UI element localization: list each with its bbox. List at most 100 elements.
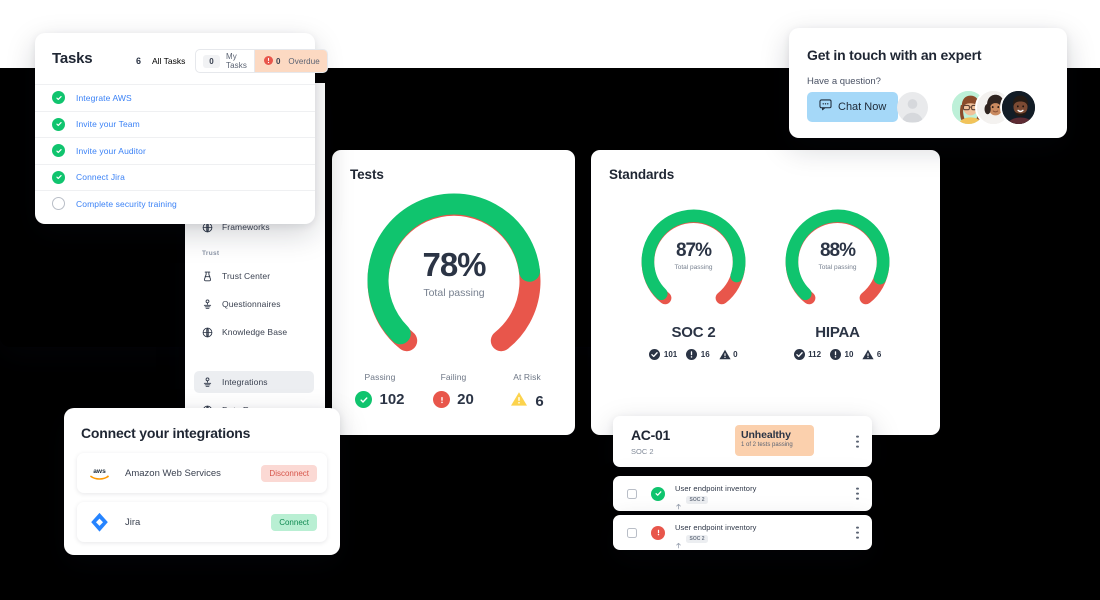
test-row-meta: SOC 2 <box>675 496 709 509</box>
task-list-item[interactable]: Invite your Auditor <box>35 137 315 164</box>
task-list-item-label: Connect Jira <box>76 172 125 183</box>
beaker-icon <box>202 271 213 282</box>
control-code: AC-01 <box>631 427 670 443</box>
sidebar-item-trust-center[interactable]: Trust Center <box>194 265 314 287</box>
task-status-done-icon <box>52 144 65 158</box>
hipaa-name: HIPAA <box>815 324 860 341</box>
sidebar-item-knowledge-base[interactable]: Knowledge Base <box>194 321 314 343</box>
test-row[interactable]: User endpoint inventory SOC 2 <box>613 515 872 550</box>
my-tasks-badge: 0 <box>203 54 220 68</box>
test-row-checkbox[interactable] <box>627 527 637 538</box>
test-row-checkbox[interactable] <box>627 488 637 499</box>
control-standard: SOC 2 <box>631 447 654 456</box>
task-list-item[interactable]: Integrate AWS <box>35 84 315 111</box>
soc2-stat-passing: 101 <box>649 349 677 360</box>
soc2-stat-at-risk-value: 0 <box>733 350 738 359</box>
my-tasks-label: My Tasks <box>226 52 247 70</box>
task-list-item[interactable]: Complete security training <box>35 190 315 217</box>
standards-card: Standards 87% Total passing SOC 2 101 16… <box>591 150 940 435</box>
check-circle-icon <box>649 349 661 360</box>
tasks-card: Tasks 6 All Tasks 0 My Tasks 0 Overdue I… <box>35 33 328 224</box>
task-status-done-icon <box>52 170 65 184</box>
svg-text:aws: aws <box>93 467 106 474</box>
expert-card-title: Get in touch with an expert <box>807 47 982 63</box>
standards-card-title: Standards <box>609 167 675 182</box>
tests-gauge-sublabel: Total passing <box>423 287 485 299</box>
task-list-item-label: Complete security training <box>76 198 177 209</box>
integration-row-jira[interactable]: Jira Connect <box>77 502 327 542</box>
chat-bubble-icon <box>819 98 832 116</box>
tasks-filter-overdue[interactable]: 0 Overdue <box>253 50 327 72</box>
overdue-alert-icon <box>263 55 273 67</box>
control-more-options-icon[interactable] <box>856 435 859 448</box>
upload-arrow-icon <box>675 536 682 548</box>
warning-triangle-icon <box>862 349 875 360</box>
soc2-gauge-percent: 87% <box>675 240 712 261</box>
integration-disconnect-button[interactable]: Disconnect <box>261 464 317 482</box>
standard-hipaa: 88% Total passing HIPAA 112 10 6 <box>760 205 915 360</box>
integration-connect-button[interactable]: Connect <box>271 513 317 531</box>
hipaa-gauge-percent: 88% <box>819 240 856 261</box>
controls-icon <box>202 298 213 310</box>
jira-logo-icon <box>86 509 113 536</box>
check-circle-icon <box>355 391 373 408</box>
soc2-stat-passing-value: 101 <box>663 350 678 359</box>
hipaa-stats: 112 10 6 <box>760 349 915 360</box>
legend-at-risk-value-group: 6 <box>497 391 557 411</box>
legend-at-risk: At Risk 6 <box>497 372 557 411</box>
legend-failing: Failing 20 <box>424 372 484 411</box>
exclamation-circle-icon <box>830 349 842 360</box>
sidebar-item-questionnaires-label: Questionnaires <box>222 299 281 309</box>
tests-gauge-center: 78% Total passing <box>360 248 548 300</box>
sidebar-item-integrations[interactable]: Integrations <box>194 371 314 393</box>
tests-legend: Passing 102 Failing 20 At Risk 6 <box>350 372 557 411</box>
exclamation-circle-icon <box>433 391 451 408</box>
integrations-card-title: Connect your integrations <box>81 425 251 441</box>
check-circle-icon <box>651 486 665 501</box>
test-row-name: User endpoint inventory <box>675 484 757 493</box>
chat-now-button-label: Chat Now <box>838 101 887 113</box>
soc2-name: SOC 2 <box>671 324 716 341</box>
task-status-done-icon <box>52 91 65 105</box>
task-list-item[interactable]: Invite your Team <box>35 110 315 138</box>
task-status-done-icon <box>52 117 65 131</box>
warning-triangle-icon <box>719 349 731 360</box>
legend-passing-value-group: 102 <box>350 391 410 408</box>
status-badge-subtitle: 1 of 2 tests passing <box>741 442 793 448</box>
integration-name: Jira <box>125 516 141 528</box>
sidebar-item-questionnaires[interactable]: Questionnaires <box>194 293 314 315</box>
controls-icon <box>202 376 213 388</box>
screenshot-stage: Welcome back, John Tests 78% Total passi… <box>0 0 1100 600</box>
integration-row-aws[interactable]: aws Amazon Web Services Disconnect <box>77 453 327 493</box>
test-row-more-options-icon[interactable] <box>856 487 859 500</box>
legend-failing-value: 20 <box>457 391 474 408</box>
warning-triangle-icon <box>510 391 528 411</box>
chat-now-button[interactable]: Chat Now <box>807 92 899 122</box>
integration-name: Amazon Web Services <box>125 467 221 479</box>
task-list-item-label: Invite your Team <box>76 119 140 130</box>
hipaa-stat-passing-value: 112 <box>808 350 822 359</box>
task-list-item-label: Invite your Auditor <box>76 145 146 156</box>
test-row-more-options-icon[interactable] <box>856 526 859 539</box>
soc2-gauge: 87% Total passing <box>637 205 750 318</box>
status-badge-title: Unhealthy <box>741 429 791 441</box>
test-row[interactable]: User endpoint inventory SOC 2 <box>613 476 872 511</box>
hipaa-gauge-center: 88% Total passing <box>781 240 894 272</box>
task-list-item[interactable]: Connect Jira <box>35 163 315 191</box>
soc2-stat-at-risk: 0 <box>719 349 738 360</box>
tasks-filter-my-tasks[interactable]: 0 My Tasks <box>196 50 254 72</box>
sidebar-item-knowledge-base-label: Knowledge Base <box>222 327 288 337</box>
tests-card: Tests 78% Total passing Passing 102 Fail… <box>332 150 575 435</box>
nav-section-trust: Trust <box>202 250 220 257</box>
tasks-card-title: Tasks <box>52 50 93 67</box>
hipaa-stat-failing: 10 <box>830 349 853 360</box>
control-card-ac01[interactable]: AC-01 SOC 2 Unhealthy 1 of 2 tests passi… <box>613 416 872 467</box>
test-row-meta: SOC 2 <box>675 535 709 548</box>
legend-failing-label: Failing <box>440 372 467 382</box>
soc2-stat-failing-value: 16 <box>700 350 710 359</box>
tasks-all-tasks-label[interactable]: All Tasks <box>152 56 185 66</box>
legend-passing-value: 102 <box>379 391 405 408</box>
legend-passing-label: Passing <box>364 372 396 382</box>
expert-card-question: Have a question? <box>807 76 881 87</box>
status-badge-unhealthy: Unhealthy 1 of 2 tests passing <box>735 425 814 456</box>
